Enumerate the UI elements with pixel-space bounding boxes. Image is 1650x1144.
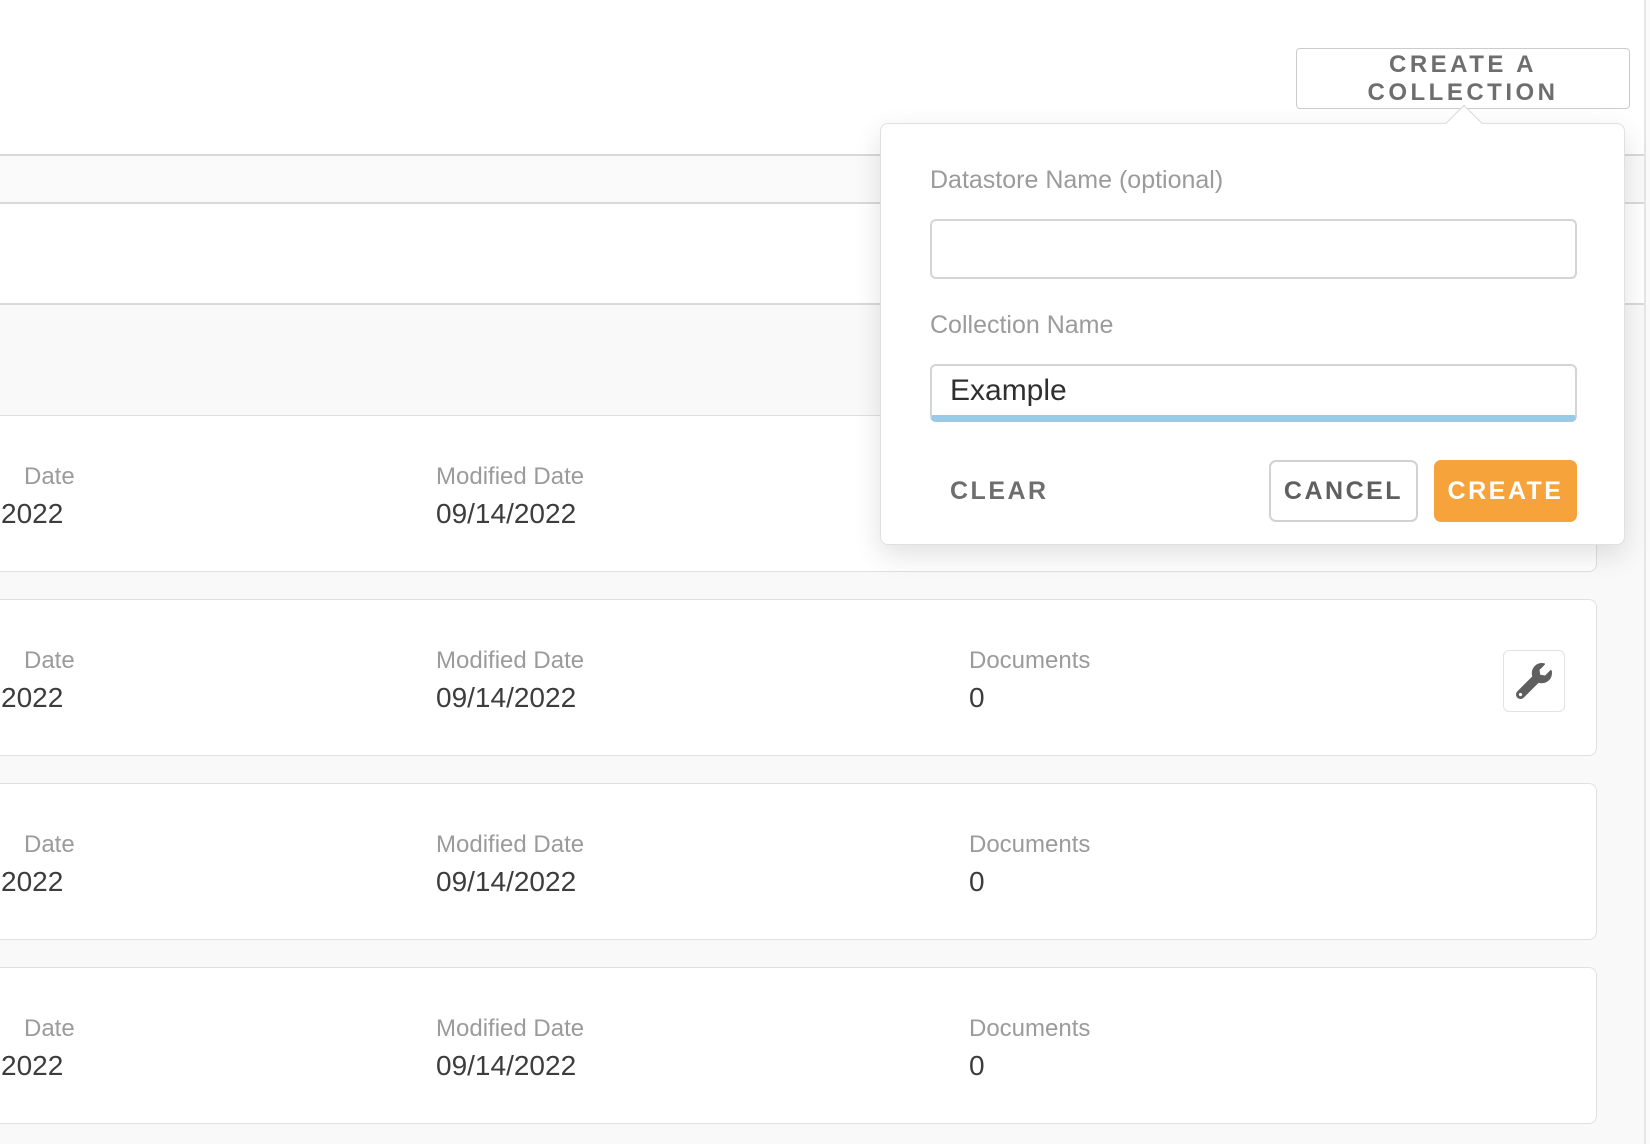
collection-name-label: Collection Name xyxy=(930,311,1113,340)
card-column: Modified Date 09/14/2022 xyxy=(436,416,584,531)
column-label: Date xyxy=(24,646,75,675)
column-value: 0 xyxy=(969,865,1090,899)
column-value: 09/14/2022 xyxy=(436,681,584,715)
card-column: Date 2022 xyxy=(1,416,75,531)
column-label: Date xyxy=(24,1014,75,1043)
column-label: Date xyxy=(24,462,75,491)
card-column: Modified Date 09/14/2022 xyxy=(436,784,584,899)
column-value: 2022 xyxy=(1,681,75,715)
card-column: Modified Date 09/14/2022 xyxy=(436,600,584,715)
popover-arrow xyxy=(1446,105,1483,142)
card-column: Documents 0 xyxy=(969,968,1090,1083)
create-a-collection-button[interactable]: CREATE A COLLECTION xyxy=(1296,48,1630,109)
create-button[interactable]: CREATE xyxy=(1434,460,1577,522)
column-label: Documents xyxy=(969,830,1090,859)
cancel-button[interactable]: CANCEL xyxy=(1269,460,1418,522)
card-settings-button[interactable] xyxy=(1503,650,1565,712)
card-column: Date 2022 xyxy=(1,968,75,1083)
column-label: Modified Date xyxy=(436,830,584,859)
column-value: 2022 xyxy=(1,865,75,899)
column-value: 0 xyxy=(969,1049,1090,1083)
datastore-name-label: Datastore Name (optional) xyxy=(930,166,1223,195)
column-label: Date xyxy=(24,830,75,859)
column-value: 2022 xyxy=(1,1049,75,1083)
datastore-name-input[interactable] xyxy=(930,219,1577,279)
create-collection-popover: Datastore Name (optional) Collection Nam… xyxy=(880,123,1625,545)
column-value: 2022 xyxy=(1,497,75,531)
column-value: 09/14/2022 xyxy=(436,497,584,531)
card-column: Date 2022 xyxy=(1,600,75,715)
card-column: Documents 0 xyxy=(969,600,1090,715)
card-column: Modified Date 09/14/2022 xyxy=(436,968,584,1083)
column-value: 09/14/2022 xyxy=(436,865,584,899)
collection-card: Date 2022 Modified Date 09/14/2022 Documents… xyxy=(0,967,1597,1124)
column-label: Modified Date xyxy=(436,462,584,491)
column-label: Documents xyxy=(969,1014,1090,1043)
column-label: Modified Date xyxy=(436,1014,584,1043)
collection-card: Date 2022 Modified Date 09/14/2022 Documents… xyxy=(0,783,1597,940)
column-value: 0 xyxy=(969,681,1090,715)
collection-name-input[interactable] xyxy=(930,364,1577,422)
column-label: Documents xyxy=(969,646,1090,675)
clear-button[interactable]: CLEAR xyxy=(950,460,1049,522)
scrollbar-track[interactable] xyxy=(1644,0,1650,1144)
card-column: Date 2022 xyxy=(1,784,75,899)
collection-card: Date 2022 Modified Date 09/14/2022 Documents… xyxy=(0,599,1597,756)
wrench-icon xyxy=(1516,663,1552,699)
column-label: Modified Date xyxy=(436,646,584,675)
popover-actions: CLEAR CANCEL CREATE xyxy=(881,460,1626,522)
card-column: Documents 0 xyxy=(969,784,1090,899)
column-value: 09/14/2022 xyxy=(436,1049,584,1083)
